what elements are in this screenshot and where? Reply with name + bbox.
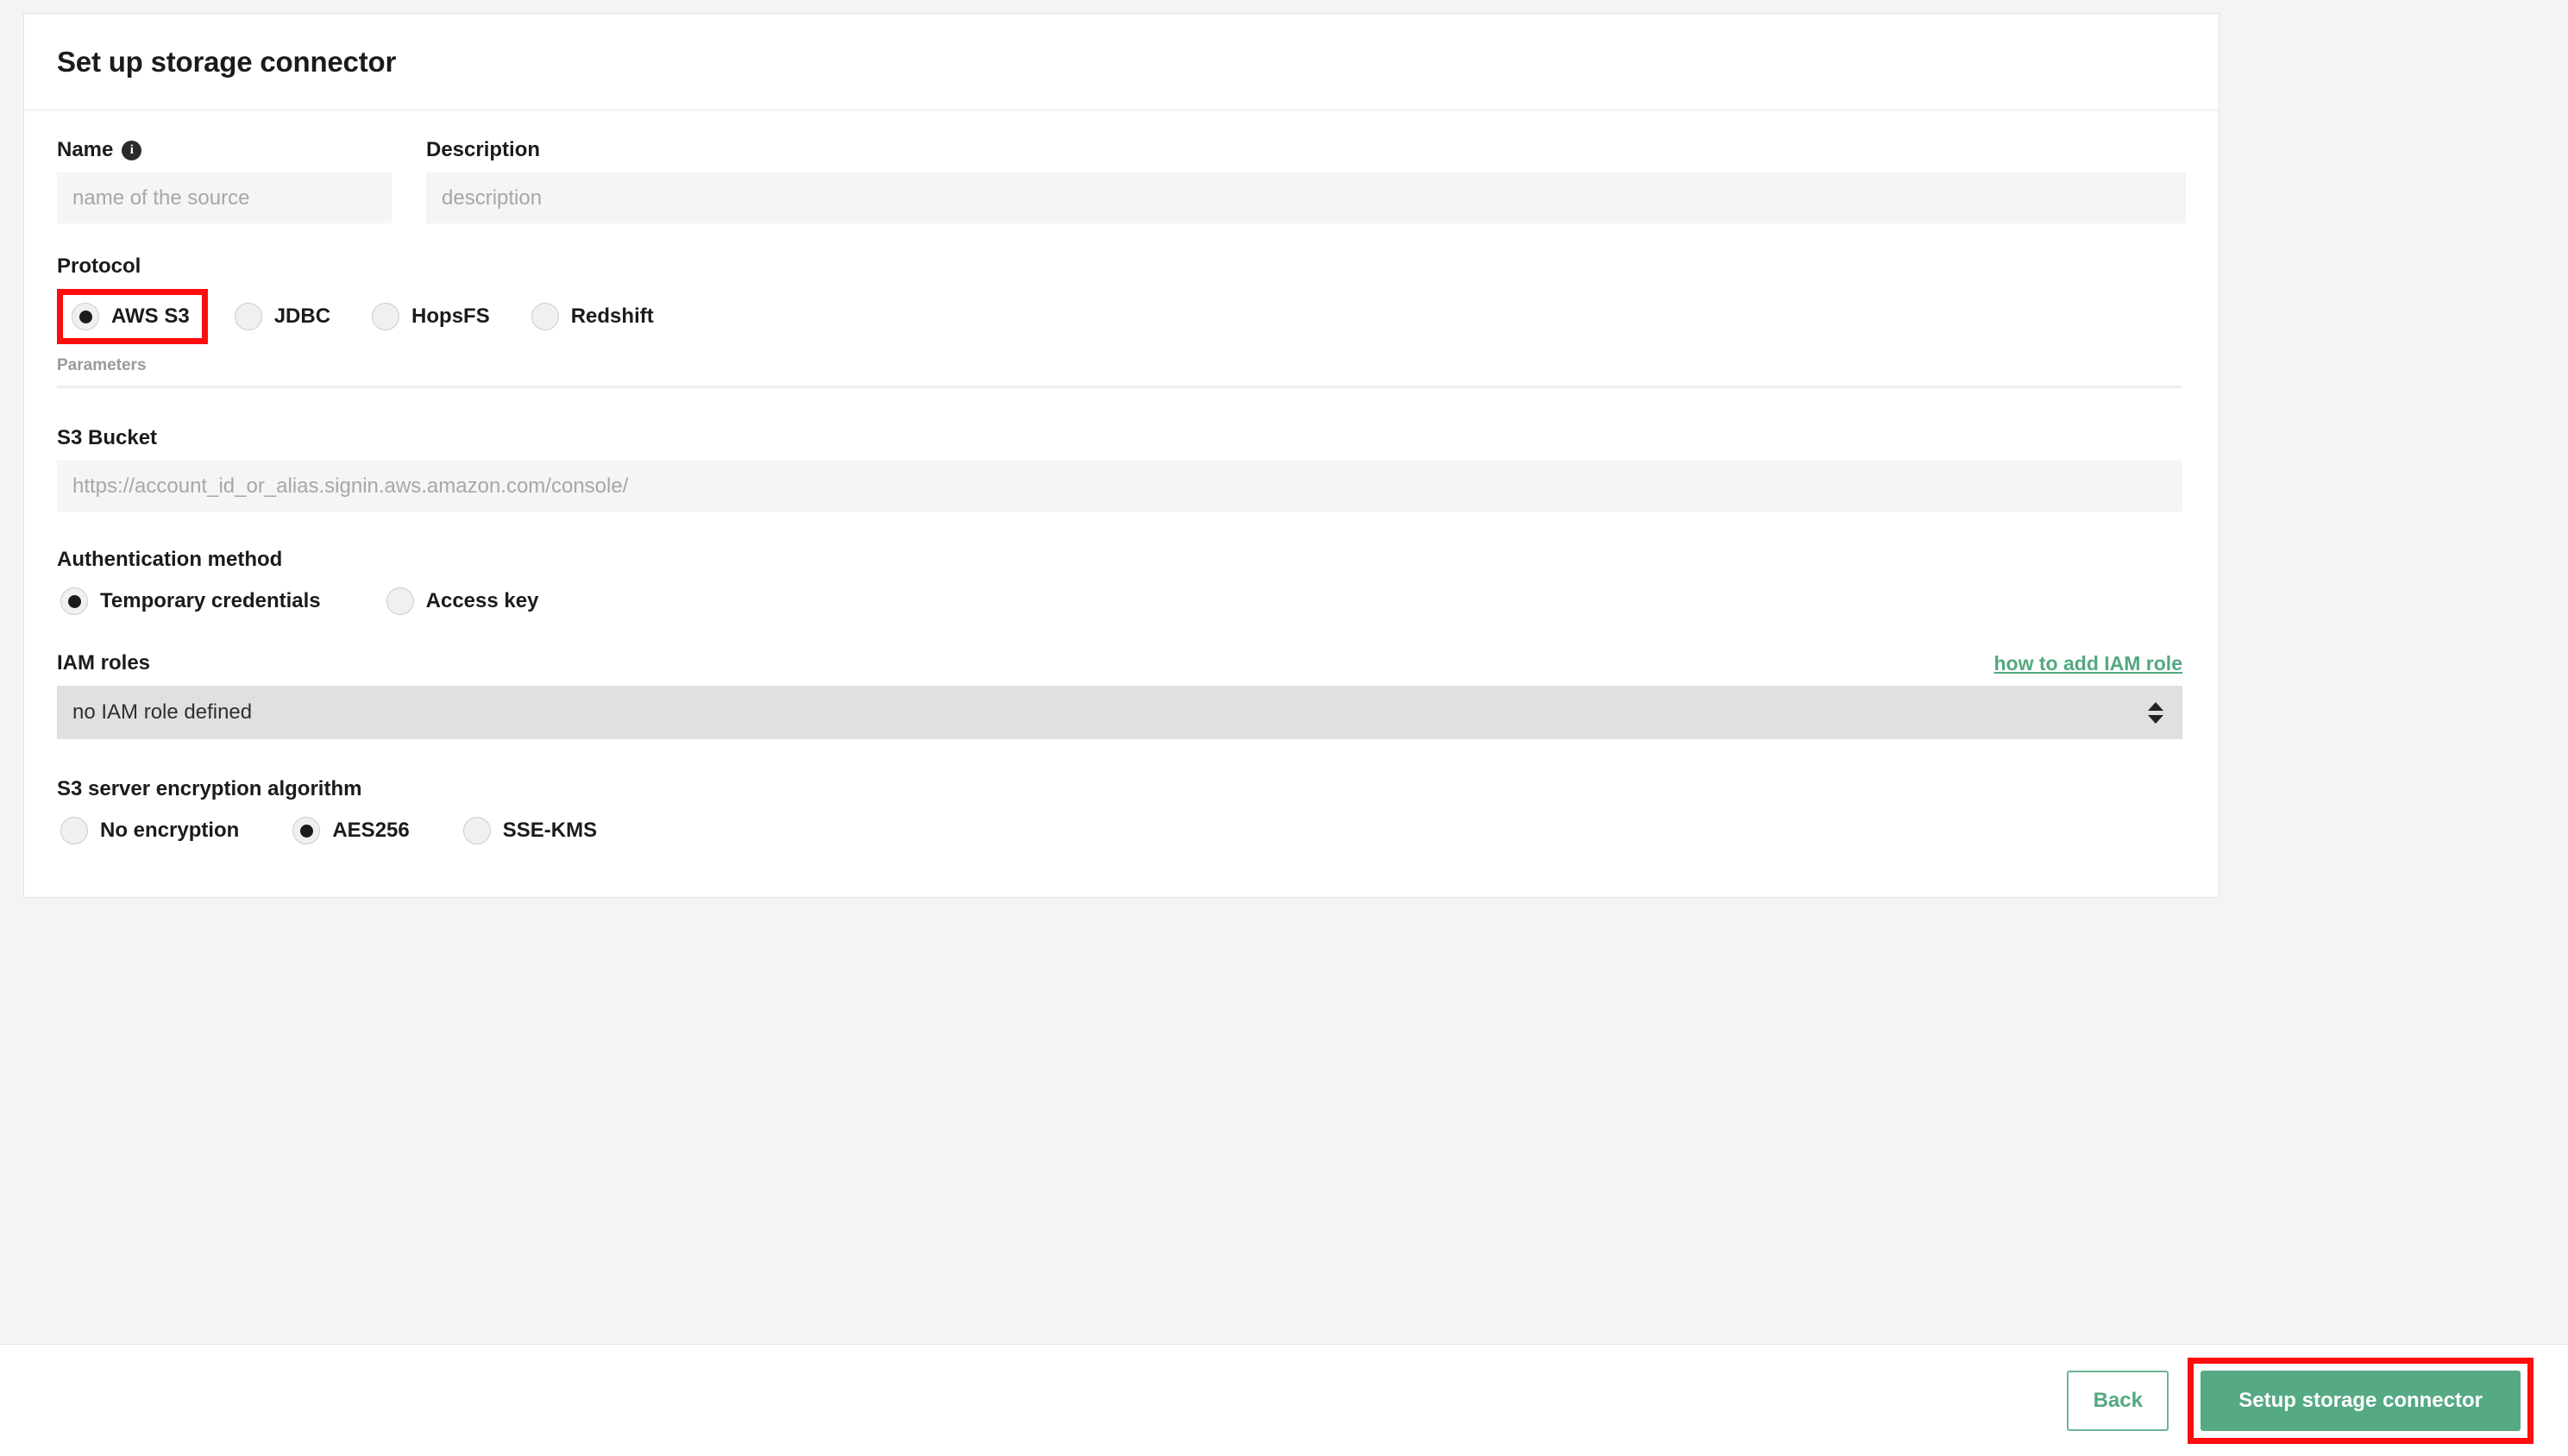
aws-s3-highlight-box: AWS S3: [57, 289, 208, 344]
info-icon[interactable]: i: [122, 140, 142, 160]
iam-roles-select[interactable]: no IAM role defined: [57, 686, 2182, 739]
iam-roles-label: IAM roles: [57, 651, 151, 675]
radio-protocol-redshift[interactable]: Redshift: [528, 298, 657, 336]
triangle-up-icon[interactable]: [2148, 701, 2163, 711]
back-button[interactable]: Back: [2067, 1370, 2169, 1431]
radio-encryption-aes256[interactable]: AES256: [289, 812, 412, 850]
radio-label-sse-kms: SSE-KMS: [502, 819, 598, 842]
protocol-radio-group: AWS S3 JDBC HopsFS Redshift: [57, 289, 2186, 344]
radio-auth-temporary-credentials[interactable]: Temporary credentials: [57, 582, 324, 620]
radio-encryption-sse-kms[interactable]: SSE-KMS: [460, 812, 600, 850]
name-field-group: Name i: [57, 138, 392, 223]
triangle-down-icon[interactable]: [2148, 714, 2163, 724]
bucket-input[interactable]: [57, 461, 2182, 511]
radio-label-aws-s3: AWS S3: [111, 304, 190, 328]
radio-auth-access-key[interactable]: Access key: [383, 582, 543, 620]
bucket-label: S3 Bucket: [57, 426, 158, 449]
auth-method-block: Authentication method Temporary credenti…: [57, 548, 2186, 620]
radio-icon-sse-kms[interactable]: [462, 817, 491, 844]
parameters-divider: [57, 386, 2182, 388]
name-description-row: Name i Description: [57, 138, 2186, 223]
stepper-icons[interactable]: [2148, 701, 2163, 724]
setup-storage-connector-button[interactable]: Setup storage connector: [2201, 1370, 2521, 1431]
card-header: Set up storage connector: [24, 14, 2219, 110]
iam-roles-block: IAM roles how to add IAM role no IAM rol…: [57, 651, 2186, 739]
radio-label-redshift: Redshift: [570, 304, 654, 328]
radio-icon-aws-s3[interactable]: [72, 303, 99, 330]
radio-protocol-hopsfs[interactable]: HopsFS: [368, 298, 493, 336]
radio-icon-temporary-credentials[interactable]: [60, 587, 88, 615]
name-label-wrap: Name i: [57, 138, 392, 162]
footer-action-bar: Back Setup storage connector: [0, 1344, 2568, 1456]
submit-highlight-box: Setup storage connector: [2188, 1357, 2533, 1444]
radio-icon-hopsfs[interactable]: [372, 303, 400, 330]
radio-label-aes256: AES256: [332, 819, 410, 842]
iam-roles-selected-value: no IAM role defined: [72, 700, 253, 724]
radio-protocol-aws-s3[interactable]: AWS S3: [68, 298, 193, 336]
radio-icon-no-encryption[interactable]: [60, 817, 88, 844]
description-field-group: Description: [426, 138, 2186, 223]
description-label-wrap: Description: [426, 138, 2186, 162]
auth-method-label: Authentication method: [57, 548, 283, 571]
radio-icon-access-key[interactable]: [386, 587, 414, 615]
radio-icon-jdbc[interactable]: [234, 303, 262, 330]
radio-label-jdbc: JDBC: [273, 304, 331, 328]
parameters-caption: Parameters: [57, 356, 147, 374]
description-label: Description: [426, 138, 541, 161]
storage-connector-card: Set up storage connector Name i Descript…: [23, 13, 2220, 898]
radio-label-temporary-credentials: Temporary credentials: [100, 589, 321, 612]
name-label: Name: [57, 138, 114, 161]
radio-protocol-jdbc[interactable]: JDBC: [231, 298, 334, 336]
description-input[interactable]: [426, 173, 2186, 223]
radio-icon-aes256[interactable]: [292, 817, 321, 844]
radio-label-hopsfs: HopsFS: [411, 304, 490, 328]
protocol-group-block: Protocol AWS S3 JDBC HopsFS Redshift: [57, 254, 2186, 344]
encryption-block: S3 server encryption algorithm No encryp…: [57, 777, 2186, 850]
encryption-label: S3 server encryption algorithm: [57, 777, 362, 800]
auth-method-radio-group: Temporary credentials Access key: [57, 582, 2186, 620]
bucket-field-group: S3 Bucket: [57, 426, 2186, 511]
radio-icon-redshift[interactable]: [531, 303, 559, 330]
card-body: Name i Description Protocol AWS S3: [24, 110, 2219, 897]
protocol-label: Protocol: [57, 254, 141, 278]
radio-label-access-key: Access key: [425, 589, 539, 612]
how-to-add-iam-role-link[interactable]: how to add IAM role: [1994, 652, 2183, 675]
name-input[interactable]: [57, 173, 392, 223]
radio-label-no-encryption: No encryption: [100, 819, 240, 842]
radio-encryption-none[interactable]: No encryption: [57, 812, 242, 850]
iam-roles-header: IAM roles how to add IAM role: [57, 651, 2182, 675]
page-title: Set up storage connector: [57, 45, 397, 78]
encryption-radio-group: No encryption AES256 SSE-KMS: [57, 812, 2186, 850]
